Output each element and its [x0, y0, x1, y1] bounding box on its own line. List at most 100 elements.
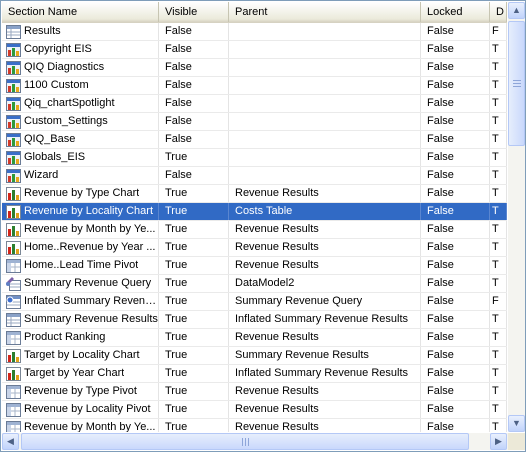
cell-locked[interactable]: False: [421, 41, 490, 58]
cell-parent[interactable]: Revenue Results: [229, 401, 421, 418]
cell-locked[interactable]: False: [421, 23, 490, 40]
cell-locked[interactable]: False: [421, 203, 490, 220]
cell-section-name[interactable]: Revenue by Month by Ye...: [2, 419, 159, 432]
cell-section-name[interactable]: Inflated Summary Revenu...: [2, 293, 159, 310]
table-row[interactable]: Target by Year Chart True Inflated Summary…: [2, 365, 507, 383]
cell-visible[interactable]: True: [159, 203, 229, 220]
cell-parent[interactable]: Revenue Results: [229, 221, 421, 238]
cell-d[interactable]: T: [490, 185, 507, 202]
cell-section-name[interactable]: Target by Year Chart: [2, 365, 159, 382]
cell-locked[interactable]: False: [421, 329, 490, 346]
horizontal-scroll-thumb[interactable]: [21, 433, 469, 450]
scroll-up-button[interactable]: ▲: [508, 2, 525, 19]
cell-d[interactable]: T: [490, 275, 507, 292]
cell-d[interactable]: F: [490, 23, 507, 40]
cell-parent[interactable]: [229, 113, 421, 130]
cell-locked[interactable]: False: [421, 77, 490, 94]
cell-section-name[interactable]: Revenue by Locality Pivot: [2, 401, 159, 418]
cell-visible[interactable]: True: [159, 185, 229, 202]
table-row[interactable]: Product Ranking True Revenue Results False T: [2, 329, 507, 347]
cell-section-name[interactable]: Custom_Settings: [2, 113, 159, 130]
cell-d[interactable]: T: [490, 365, 507, 382]
cell-d[interactable]: T: [490, 203, 507, 220]
cell-d[interactable]: T: [490, 95, 507, 112]
cell-parent[interactable]: Inflated Summary Revenue Results: [229, 311, 421, 328]
cell-visible[interactable]: True: [159, 383, 229, 400]
cell-locked[interactable]: False: [421, 113, 490, 130]
cell-locked[interactable]: False: [421, 149, 490, 166]
cell-section-name[interactable]: Product Ranking: [2, 329, 159, 346]
table-row[interactable]: Results False False F: [2, 23, 507, 41]
column-header-section-name[interactable]: Section Name: [2, 2, 159, 22]
column-header-parent[interactable]: Parent: [229, 2, 421, 22]
cell-d[interactable]: T: [490, 221, 507, 238]
cell-locked[interactable]: False: [421, 347, 490, 364]
cell-parent[interactable]: [229, 131, 421, 148]
cell-visible[interactable]: True: [159, 419, 229, 432]
cell-parent[interactable]: Revenue Results: [229, 239, 421, 256]
cell-visible[interactable]: False: [159, 59, 229, 76]
cell-section-name[interactable]: Wizard: [2, 167, 159, 184]
cell-locked[interactable]: False: [421, 311, 490, 328]
cell-parent[interactable]: [229, 149, 421, 166]
table-row[interactable]: Revenue by Type Chart True Revenue Results…: [2, 185, 507, 203]
cell-section-name[interactable]: Home..Revenue by Year ...: [2, 239, 159, 256]
cell-locked[interactable]: False: [421, 257, 490, 274]
cell-d[interactable]: T: [490, 419, 507, 432]
cell-section-name[interactable]: Target by Locality Chart: [2, 347, 159, 364]
cell-parent[interactable]: [229, 167, 421, 184]
cell-locked[interactable]: False: [421, 167, 490, 184]
cell-section-name[interactable]: Home..Lead Time Pivot: [2, 257, 159, 274]
cell-locked[interactable]: False: [421, 239, 490, 256]
table-row[interactable]: QIQ Diagnostics False False T: [2, 59, 507, 77]
cell-visible[interactable]: True: [159, 401, 229, 418]
cell-d[interactable]: T: [490, 239, 507, 256]
cell-section-name[interactable]: Qiq_chartSpotlight: [2, 95, 159, 112]
table-row[interactable]: Home..Lead Time Pivot True Revenue Results…: [2, 257, 507, 275]
cell-section-name[interactable]: 1100 Custom: [2, 77, 159, 94]
scroll-down-button[interactable]: ▼: [508, 415, 525, 432]
cell-parent[interactable]: Revenue Results: [229, 329, 421, 346]
scroll-left-button[interactable]: ◀: [2, 433, 19, 450]
cell-section-name[interactable]: Globals_EIS: [2, 149, 159, 166]
vertical-scrollbar[interactable]: ▲ ▼: [508, 2, 525, 432]
cell-locked[interactable]: False: [421, 59, 490, 76]
cell-d[interactable]: T: [490, 131, 507, 148]
cell-parent[interactable]: Summary Revenue Query: [229, 293, 421, 310]
cell-section-name[interactable]: Summary Revenue Query: [2, 275, 159, 292]
cell-visible[interactable]: True: [159, 347, 229, 364]
cell-locked[interactable]: False: [421, 383, 490, 400]
cell-parent[interactable]: Summary Revenue Results: [229, 347, 421, 364]
cell-d[interactable]: T: [490, 113, 507, 130]
cell-d[interactable]: T: [490, 77, 507, 94]
cell-locked[interactable]: False: [421, 365, 490, 382]
table-row[interactable]: Summary Revenue Results True Inflated Summ…: [2, 311, 507, 329]
cell-visible[interactable]: True: [159, 221, 229, 238]
table-row[interactable]: Target by Locality Chart True Summary Reve…: [2, 347, 507, 365]
table-row[interactable]: Revenue by Month by Ye... True Revenue Res…: [2, 419, 507, 432]
table-row[interactable]: Revenue by Type Pivot True Revenue Results…: [2, 383, 507, 401]
cell-d[interactable]: T: [490, 383, 507, 400]
cell-d[interactable]: T: [490, 257, 507, 274]
cell-parent[interactable]: Revenue Results: [229, 419, 421, 432]
cell-parent[interactable]: Revenue Results: [229, 383, 421, 400]
table-row[interactable]: Inflated Summary Revenu... True Summary Re…: [2, 293, 507, 311]
column-header-locked[interactable]: Locked: [421, 2, 490, 22]
cell-locked[interactable]: False: [421, 419, 490, 432]
cell-visible[interactable]: False: [159, 77, 229, 94]
cell-parent[interactable]: [229, 41, 421, 58]
cell-visible[interactable]: True: [159, 257, 229, 274]
table-row[interactable]: Revenue by Locality Chart True Costs Table…: [2, 203, 507, 221]
cell-visible[interactable]: True: [159, 275, 229, 292]
cell-visible[interactable]: True: [159, 365, 229, 382]
table-row[interactable]: 1100 Custom False False T: [2, 77, 507, 95]
cell-d[interactable]: T: [490, 167, 507, 184]
cell-locked[interactable]: False: [421, 131, 490, 148]
cell-d[interactable]: T: [490, 59, 507, 76]
vertical-scroll-thumb[interactable]: [508, 21, 525, 146]
table-row[interactable]: Home..Revenue by Year ... True Revenue Res…: [2, 239, 507, 257]
table-row[interactable]: Wizard False False T: [2, 167, 507, 185]
cell-section-name[interactable]: QIQ_Base: [2, 131, 159, 148]
cell-parent[interactable]: [229, 77, 421, 94]
cell-visible[interactable]: False: [159, 131, 229, 148]
